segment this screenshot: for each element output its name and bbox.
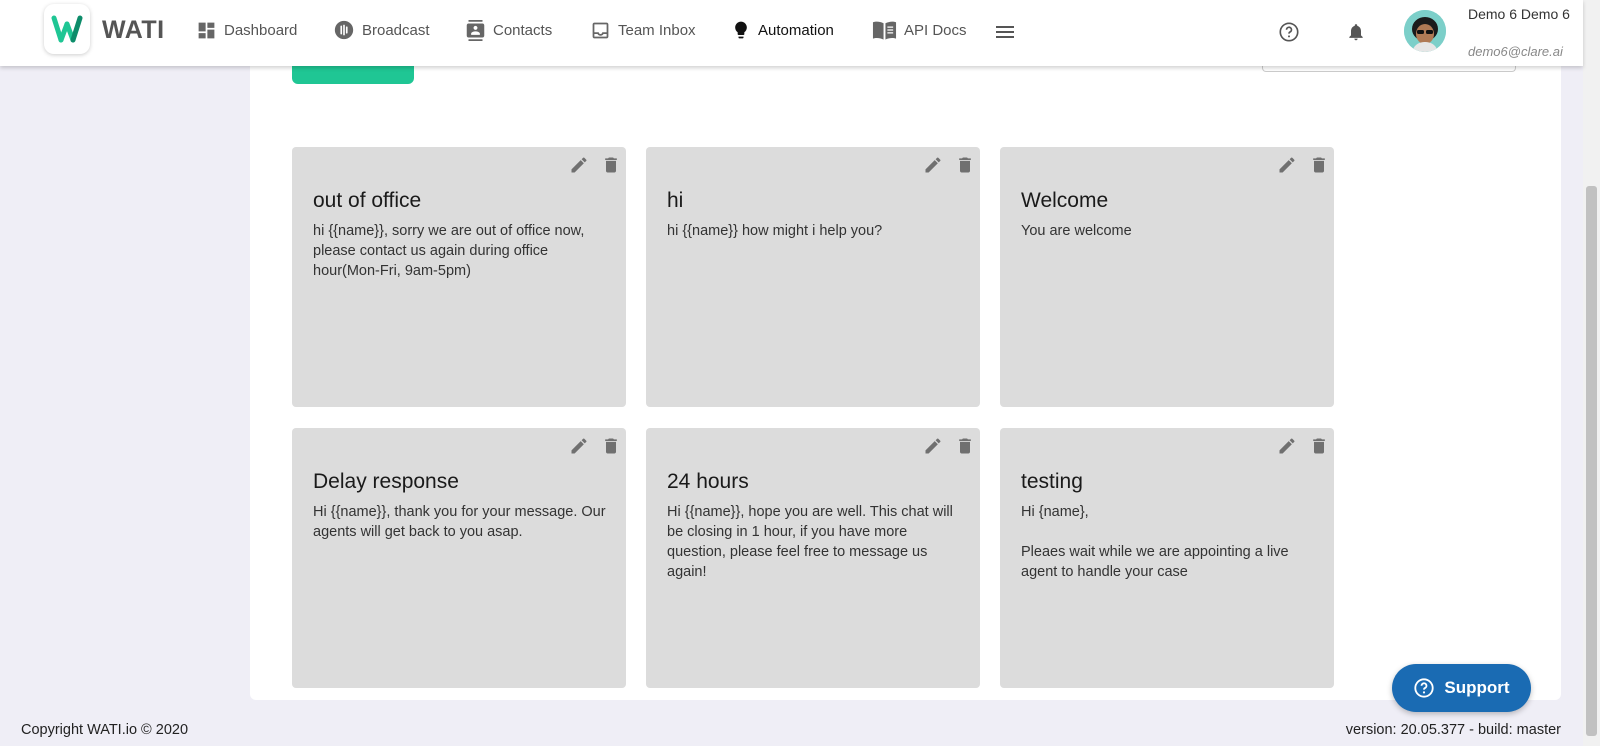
nav-dashboard-label: Dashboard xyxy=(224,21,298,39)
edit-icon[interactable] xyxy=(1277,155,1297,175)
wati-logo[interactable] xyxy=(44,4,90,54)
delete-icon[interactable] xyxy=(601,436,621,456)
nav-dashboard[interactable]: Dashboard xyxy=(196,17,297,43)
nav-api-docs-label: API Docs xyxy=(904,21,967,39)
card-title: testing xyxy=(1021,470,1083,493)
version-text: version: 20.05.377 - build: master xyxy=(1345,722,1561,738)
hamburger-icon[interactable] xyxy=(995,24,1015,40)
bell-icon[interactable] xyxy=(1346,21,1366,43)
nav-contacts[interactable]: Contacts xyxy=(465,17,552,43)
nav-team-inbox-label: Team Inbox xyxy=(618,21,696,39)
delete-icon[interactable] xyxy=(1309,436,1329,456)
delete-icon[interactable] xyxy=(955,155,975,175)
bulb-icon xyxy=(735,21,747,39)
reply-card[interactable]: Delay response Hi {{name}}, thank you fo… xyxy=(292,428,626,688)
support-button[interactable]: Support xyxy=(1392,664,1531,712)
card-body: Hi {{name}}, hope you are well. This cha… xyxy=(667,504,953,580)
card-body: You are welcome xyxy=(1021,223,1132,239)
help-circle-icon xyxy=(1414,678,1435,698)
reply-card[interactable]: out of office hi {{name}}, sorry we are … xyxy=(292,147,626,407)
contacts-icon xyxy=(466,19,485,41)
user-name: Demo 6 Demo 6 xyxy=(1468,6,1570,22)
delete-icon[interactable] xyxy=(601,155,621,175)
edit-icon[interactable] xyxy=(1277,436,1297,456)
edit-icon[interactable] xyxy=(569,155,589,175)
edit-icon[interactable] xyxy=(569,436,589,456)
reply-card[interactable]: 24 hours Hi {{name}}, hope you are well.… xyxy=(646,428,980,688)
support-label: Support xyxy=(1444,678,1510,697)
nav-broadcast-label: Broadcast xyxy=(362,21,430,39)
nav-automation-label: Automation xyxy=(758,21,834,39)
edit-icon[interactable] xyxy=(923,155,943,175)
card-title: Delay response xyxy=(313,470,459,493)
book-icon xyxy=(872,21,897,40)
edit-icon[interactable] xyxy=(923,436,943,456)
card-title: hi xyxy=(667,189,684,212)
help-icon[interactable] xyxy=(1278,21,1300,43)
card-body: hi {{name}}, sorry we are out of office … xyxy=(313,223,585,279)
top-navbar: WATI Dashboard Broadcast Contacts Team I… xyxy=(0,0,1583,66)
nav-api-docs[interactable]: API Docs xyxy=(872,17,967,43)
user-email: demo6@clare.ai xyxy=(1468,44,1563,59)
card-title: Welcome xyxy=(1021,189,1109,212)
delete-icon[interactable] xyxy=(955,436,975,456)
card-title: out of office xyxy=(313,189,422,212)
scrollbar-thumb[interactable] xyxy=(1586,186,1597,736)
inbox-icon xyxy=(592,22,609,38)
dashboard-icon xyxy=(198,22,215,38)
nav-automation[interactable]: Automation xyxy=(731,17,834,43)
nav-contacts-label: Contacts xyxy=(493,21,553,39)
reply-card[interactable]: hi hi {{name}} how might i help you? xyxy=(646,147,980,407)
logo-text: WATI xyxy=(102,16,165,44)
card-body: hi {{name}} how might i help you? xyxy=(667,223,883,239)
card-body: Hi {name}, Pleaes wait while we are appo… xyxy=(1021,504,1289,580)
delete-icon[interactable] xyxy=(1309,155,1329,175)
avatar-icon xyxy=(1404,10,1446,52)
reply-card[interactable]: Welcome You are welcome xyxy=(1000,147,1334,407)
broadcast-icon xyxy=(334,20,354,40)
copyright-text: Copyright WATI.io © 2020 xyxy=(21,722,189,738)
avatar[interactable] xyxy=(1404,10,1446,52)
card-body: Hi {{name}}, thank you for your message.… xyxy=(313,504,606,540)
nav-broadcast[interactable]: Broadcast xyxy=(333,17,430,43)
card-title: 24 hours xyxy=(667,470,749,493)
nav-team-inbox[interactable]: Team Inbox xyxy=(590,17,696,43)
wati-logo-icon xyxy=(51,15,83,43)
reply-card[interactable]: testing Hi {name}, Pleaes wait while we … xyxy=(1000,428,1334,688)
